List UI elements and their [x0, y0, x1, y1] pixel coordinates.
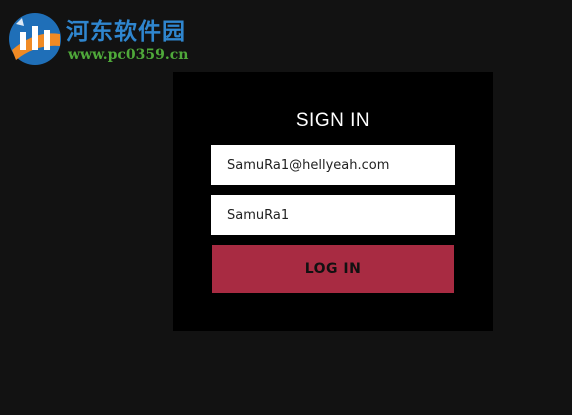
watermark-url: www.pc0359.cn	[68, 47, 189, 63]
password-field-container	[211, 195, 455, 235]
login-button[interactable]: LOG IN	[212, 245, 454, 293]
password-field[interactable]	[227, 207, 439, 223]
app-window: 河东软件园 www.pc0359.cn SIGN IN LOG IN	[0, 0, 572, 415]
sign-in-panel: SIGN IN LOG IN	[173, 72, 493, 331]
site-logo-icon	[9, 13, 61, 65]
email-field-container	[211, 145, 455, 185]
watermark-title: 河东软件园	[66, 18, 186, 45]
site-watermark: 河东软件园 www.pc0359.cn	[6, 8, 236, 68]
email-field[interactable]	[227, 157, 439, 173]
sign-in-title: SIGN IN	[295, 110, 371, 131]
